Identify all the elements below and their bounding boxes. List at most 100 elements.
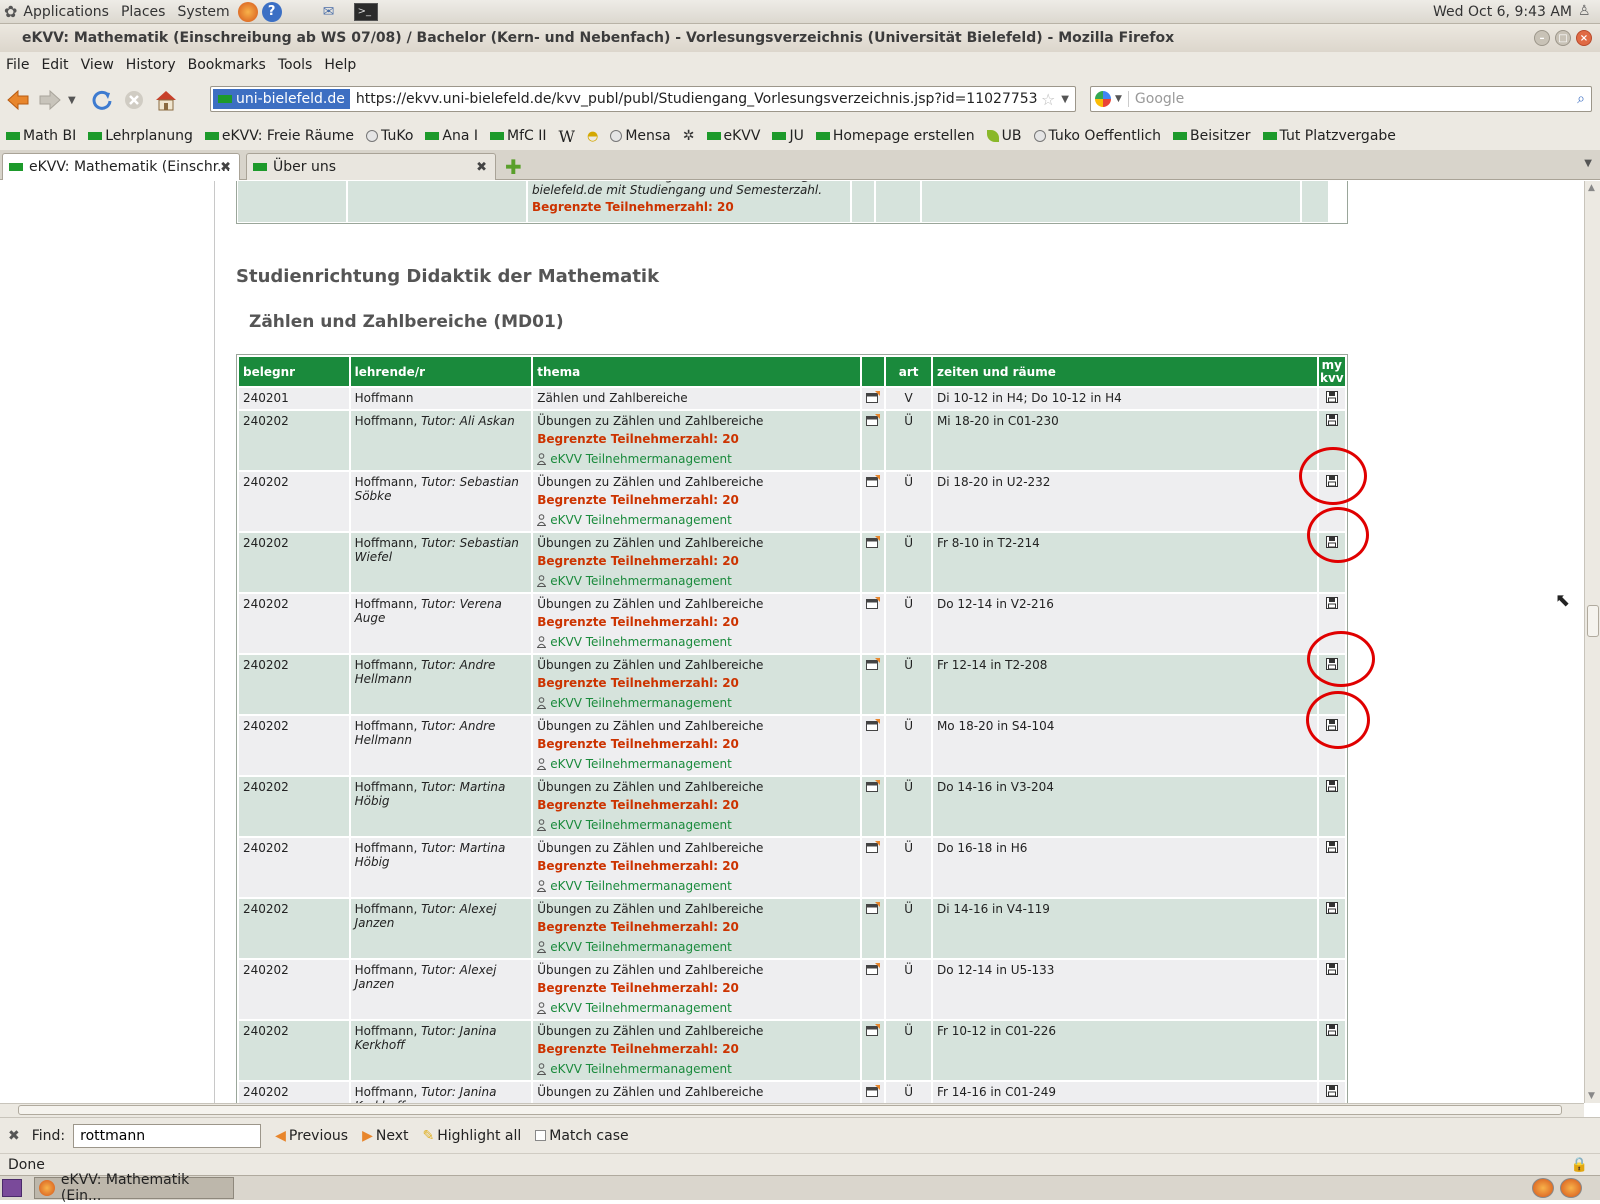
stop-icon[interactable] (120, 86, 148, 114)
bookmark-tuko-oeffentlich[interactable]: Tuko Oeffentlich (1033, 128, 1161, 144)
bookmark-ekvv-freie-raeume[interactable]: eKVV: Freie Räume (204, 128, 354, 144)
scroll-down-arrow-icon[interactable]: ▼ (1588, 1091, 1595, 1101)
scroll-up-arrow-icon[interactable]: ▲ (1588, 183, 1595, 193)
calendar-export-icon[interactable] (866, 902, 881, 914)
bookmark-math-bi[interactable]: Math BI (6, 128, 76, 144)
course-title-link[interactable]: Übungen zu Zählen und Zahlbereiche (537, 963, 763, 977)
hscroll-thumb[interactable] (18, 1105, 1562, 1115)
bookmark-tut-platzvergabe[interactable]: Tut Platzvergabe (1262, 128, 1396, 144)
save-floppy-icon[interactable] (1325, 1024, 1338, 1036)
gnome-foot-icon[interactable]: ✿ (4, 2, 17, 21)
save-floppy-icon[interactable] (1325, 1085, 1338, 1097)
bookmark-ekvv[interactable]: eKVV (706, 128, 760, 144)
header-belegnr[interactable]: belegnr (239, 357, 349, 386)
search-bar[interactable]: ▼ Google ⌕ (1090, 86, 1592, 112)
close-window-button[interactable]: × (1576, 30, 1592, 46)
course-title-link[interactable]: Zählen und Zahlbereiche (537, 391, 687, 405)
system-menu[interactable]: System (171, 4, 235, 20)
mail-icon[interactable]: ✉ (318, 3, 340, 21)
header-mykvv[interactable]: my kvv (1318, 357, 1345, 386)
teilnehmermanagement-link[interactable]: eKVV Teilnehmermanagement (537, 940, 856, 954)
bookmark-mensa[interactable]: Mensa (610, 128, 671, 144)
close-find-icon[interactable]: ✖ (8, 1128, 20, 1144)
menu-bookmarks[interactable]: Bookmarks (182, 57, 272, 73)
course-title-link[interactable]: Übungen zu Zählen und Zahlbereiche (537, 1085, 763, 1099)
save-floppy-icon[interactable] (1325, 780, 1338, 792)
course-title-link[interactable]: Übungen zu Zählen und Zahlbereiche (537, 536, 763, 550)
calendar-export-icon[interactable] (866, 841, 881, 853)
bookmark-beisitzer[interactable]: Beisitzer (1173, 128, 1251, 144)
url-dropdown-icon[interactable]: ▼ (1061, 94, 1069, 105)
header-thema[interactable]: thema (533, 357, 860, 386)
applications-menu[interactable]: Applications (17, 4, 115, 20)
course-title-link[interactable]: Übungen zu Zählen und Zahlbereiche (537, 597, 763, 611)
menu-view[interactable]: View (75, 57, 120, 73)
calendar-export-icon[interactable] (866, 536, 881, 548)
search-engine-icon[interactable] (1095, 91, 1111, 107)
search-engine-dropdown-icon[interactable]: ▼ (1115, 94, 1122, 104)
menu-edit[interactable]: Edit (35, 57, 74, 73)
new-tab-plus-icon[interactable]: ✚ (505, 155, 522, 179)
match-case-checkbox[interactable]: Match case (535, 1128, 629, 1144)
clock[interactable]: Wed Oct 6, 9:43 AM (1433, 4, 1572, 20)
calendar-export-icon[interactable] (866, 719, 881, 731)
teilnehmermanagement-link[interactable]: eKVV Teilnehmermanagement (537, 452, 856, 466)
save-floppy-icon[interactable] (1325, 597, 1338, 609)
bookmark-star-icon[interactable]: ☆ (1041, 90, 1055, 109)
back-arrow-icon[interactable] (4, 86, 32, 114)
bookmark-lehrplanung[interactable]: Lehrplanung (88, 128, 193, 144)
bookmark-wikipedia[interactable]: W (559, 127, 575, 146)
site-identity-button[interactable]: uni-bielefeld.de (213, 89, 350, 109)
security-lock-icon[interactable]: 🔒 (1571, 1157, 1588, 1173)
menu-help[interactable]: Help (318, 57, 362, 73)
show-desktop-icon[interactable] (2, 1179, 22, 1197)
course-title-link[interactable]: Übungen zu Zählen und Zahlbereiche (537, 414, 763, 428)
teilnehmermanagement-link[interactable]: eKVV Teilnehmermanagement (537, 635, 856, 649)
course-title-link[interactable]: Übungen zu Zählen und Zahlbereiche (537, 902, 763, 916)
save-floppy-icon[interactable] (1325, 414, 1338, 426)
terminal-icon[interactable]: >_ (353, 2, 378, 21)
course-title-link[interactable]: Übungen zu Zählen und Zahlbereiche (537, 475, 763, 489)
horizontal-scrollbar[interactable] (0, 1103, 1584, 1117)
course-title-link[interactable]: Übungen zu Zählen und Zahlbereiche (537, 780, 763, 794)
header-art[interactable]: art (886, 357, 931, 386)
save-floppy-icon[interactable] (1325, 963, 1338, 975)
course-title-link[interactable]: Übungen zu Zählen und Zahlbereiche (537, 658, 763, 672)
teilnehmermanagement-link[interactable]: eKVV Teilnehmermanagement (537, 818, 856, 832)
taskbar-firefox-window[interactable]: eKVV: Mathematik (Ein... (34, 1172, 234, 1204)
calendar-export-icon[interactable] (866, 597, 881, 609)
vertical-scrollbar[interactable]: ▲ ▼ (1584, 181, 1600, 1103)
maximize-button[interactable]: □ (1555, 30, 1571, 46)
bookmark-homepage-erstellen[interactable]: Homepage erstellen (815, 128, 975, 144)
reload-icon[interactable] (88, 86, 116, 114)
bookmark-bug[interactable]: ✲ (683, 128, 695, 144)
calendar-export-icon[interactable] (866, 414, 881, 426)
tray-firefox-icon-2[interactable] (1560, 1178, 1582, 1198)
home-icon[interactable] (152, 86, 180, 114)
teilnehmermanagement-link[interactable]: eKVV Teilnehmermanagement (537, 879, 856, 893)
search-go-icon[interactable]: ⌕ (1577, 91, 1585, 107)
save-floppy-icon[interactable] (1325, 902, 1338, 914)
course-title-link[interactable]: Übungen zu Zählen und Zahlbereiche (537, 719, 763, 733)
tab-close-icon[interactable]: ✖ (220, 160, 231, 175)
bookmark-helmet[interactable]: ◓ (587, 129, 598, 144)
forward-arrow-icon[interactable] (36, 86, 64, 114)
menu-file[interactable]: File (0, 57, 35, 73)
bookmark-mfc-ii[interactable]: MfC II (490, 128, 547, 144)
calendar-export-icon[interactable] (866, 391, 881, 403)
calendar-export-icon[interactable] (866, 963, 881, 975)
highlight-all-button[interactable]: ✎ Highlight all (423, 1128, 522, 1144)
find-input[interactable] (73, 1123, 262, 1148)
url-text[interactable]: https://ekvv.uni-bielefeld.de/kvv_publ/p… (356, 91, 1038, 107)
history-dropdown-icon[interactable]: ▼ (68, 95, 76, 106)
bookmark-tuko[interactable]: TuKo (366, 128, 413, 144)
save-floppy-icon[interactable] (1325, 391, 1338, 403)
calendar-export-icon[interactable] (866, 475, 881, 487)
tray-firefox-icon-1[interactable] (1532, 1178, 1554, 1198)
tab-list-dropdown-icon[interactable]: ▼ (1584, 158, 1592, 169)
menu-tools[interactable]: Tools (272, 57, 319, 73)
teilnehmermanagement-link[interactable]: eKVV Teilnehmermanagement (537, 574, 856, 588)
calendar-export-icon[interactable] (866, 1024, 881, 1036)
calendar-export-icon[interactable] (866, 780, 881, 792)
header-zeiten[interactable]: zeiten und räume (932, 357, 1317, 386)
